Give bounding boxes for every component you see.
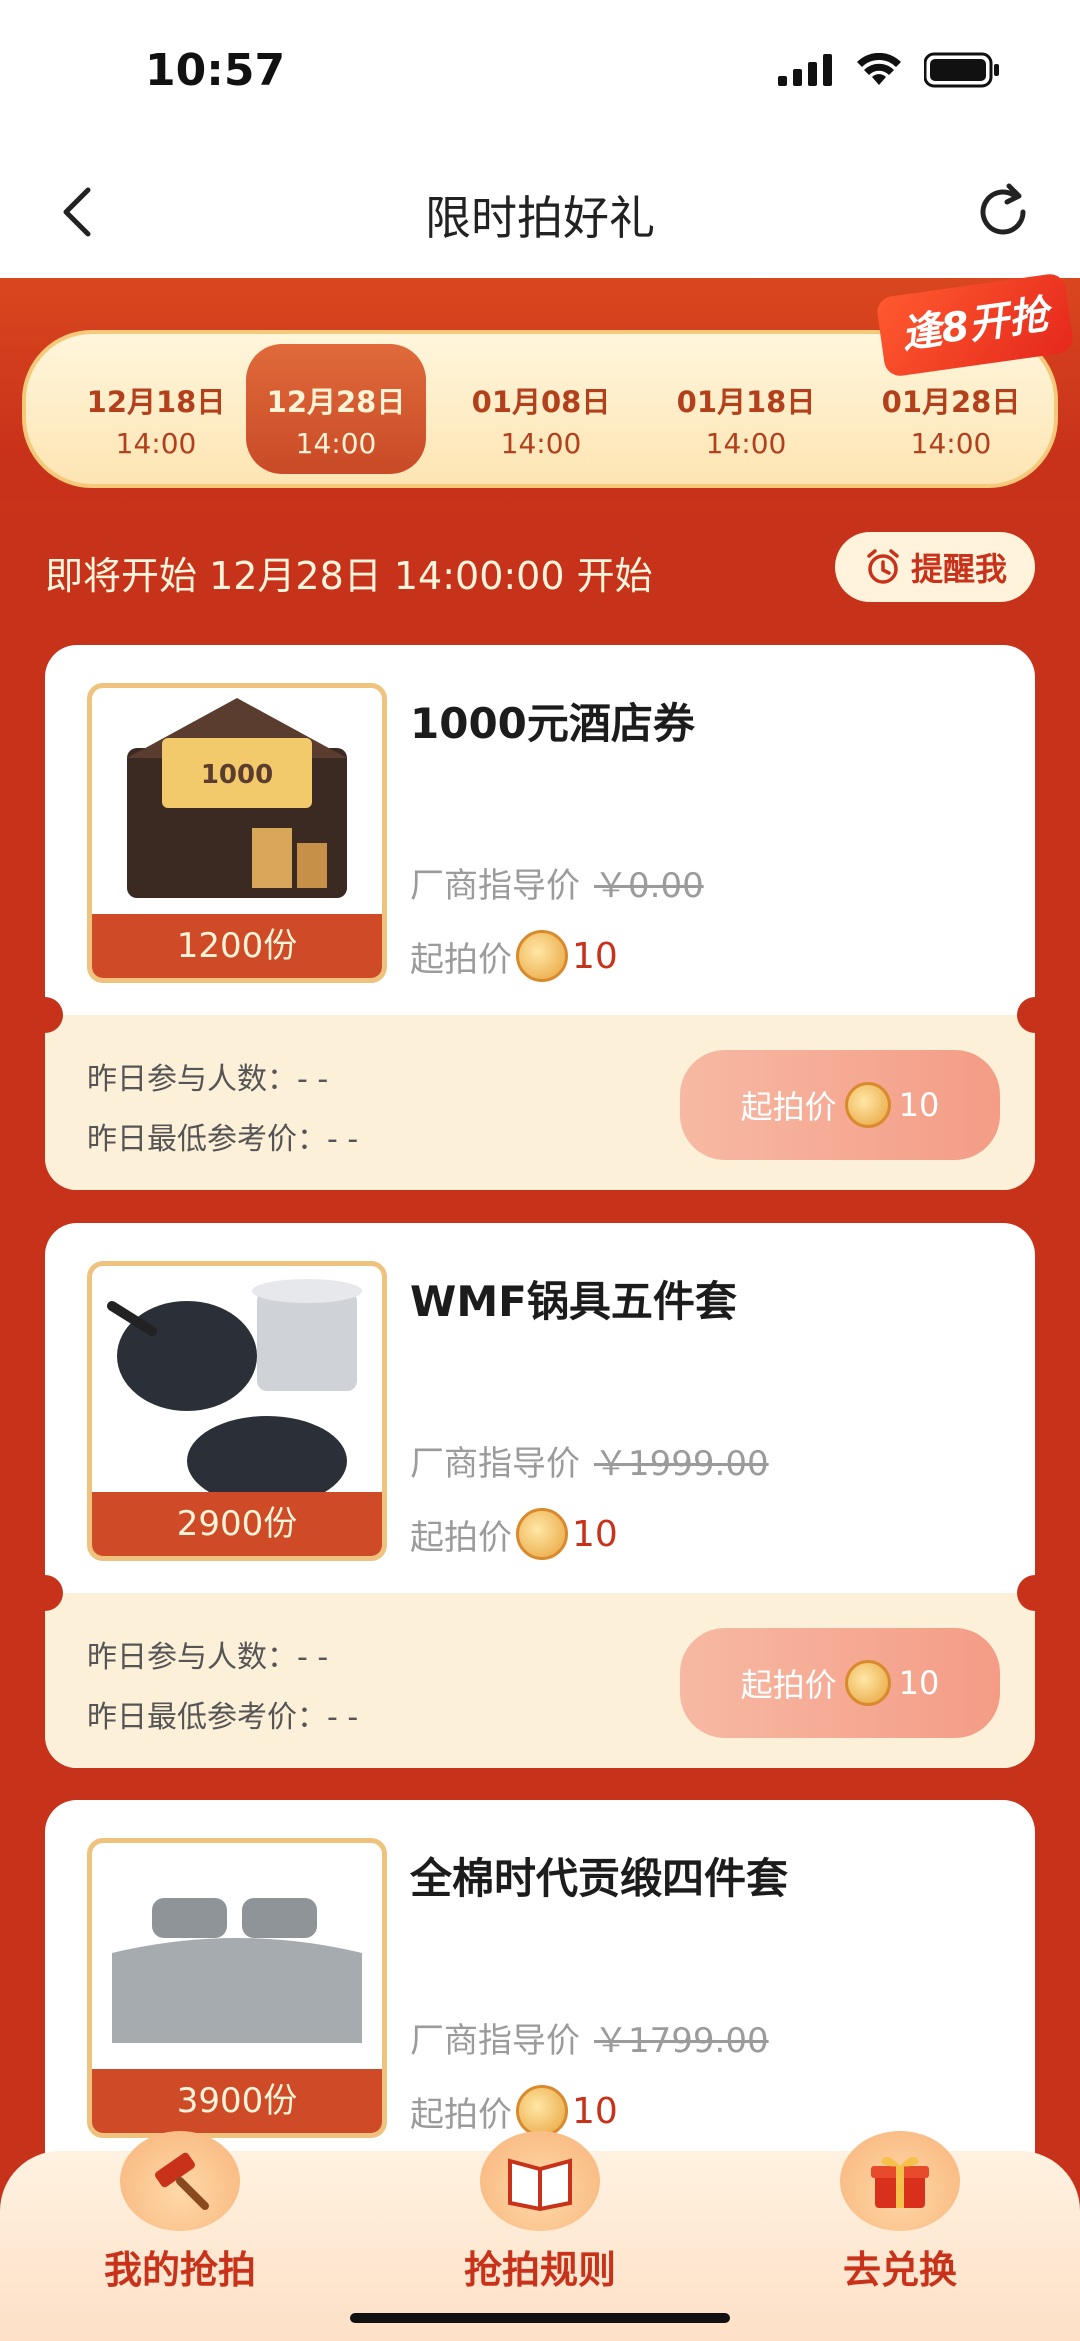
- date-tab-3[interactable]: 01月08日 14:00: [451, 334, 631, 484]
- product-image-bedding[interactable]: 3900份: [87, 1838, 387, 2138]
- coin-icon: [844, 1082, 891, 1128]
- gift-icon: [840, 2131, 960, 2231]
- product-card[interactable]: 2900份 WMF锅具五件套 厂商指导价 ￥1999.00 起拍价 10 昨日参与…: [45, 1223, 1035, 1768]
- upcoming-text: 即将开始 12月28日 14:00:00 开始: [45, 554, 653, 598]
- date-tab-1[interactable]: 12月18日 14:00: [66, 334, 246, 484]
- book-icon: [480, 2131, 600, 2231]
- coin-icon: [516, 930, 568, 982]
- coin-icon: [844, 1660, 891, 1706]
- bid-button[interactable]: 起拍价 10: [680, 1050, 1000, 1160]
- product-name: 1000元酒店券: [410, 699, 695, 748]
- guide-price-row: 厂商指导价 ￥0.00: [410, 866, 704, 906]
- remind-label: 提醒我: [910, 550, 1007, 588]
- product-card[interactable]: 1000 1200份 1000元酒店券 厂商指导价 ￥0.00 起拍价 10 昨日…: [45, 645, 1035, 1190]
- remind-button[interactable]: 提醒我: [835, 532, 1035, 602]
- yesterday-stats: 昨日参与人数：- - 昨日最低参考价：- -: [87, 1640, 359, 1735]
- product-quantity: 1200份: [92, 914, 382, 978]
- envelope-icon: 1000: [127, 698, 347, 898]
- tab-redeem[interactable]: 去兑换: [775, 2131, 1025, 2294]
- start-price-row: 起拍价 10: [410, 1508, 618, 1560]
- tab-auction-rules[interactable]: 抢拍规则: [415, 2131, 665, 2294]
- product-quantity: 3900份: [92, 2069, 382, 2133]
- guide-price-row: 厂商指导价 ￥1999.00: [410, 1444, 769, 1484]
- wifi-icon: [857, 53, 901, 85]
- nav-bar: 限时拍好礼: [0, 150, 1080, 278]
- bottom-tab-bar: 我的抢拍 抢拍规则 去兑换: [0, 2131, 1080, 2341]
- guide-price: ￥1999.00: [594, 1444, 769, 1484]
- start-price-value: 10: [572, 2090, 618, 2132]
- tab-my-auctions[interactable]: 我的抢拍: [55, 2131, 305, 2294]
- coin-icon: [516, 2085, 568, 2137]
- guide-price: ￥0.00: [594, 866, 704, 906]
- guide-price: ￥1799.00: [594, 2021, 769, 2061]
- yesterday-stats: 昨日参与人数：- - 昨日最低参考价：- -: [87, 1062, 359, 1157]
- start-price-value: 10: [572, 935, 618, 977]
- home-indicator: [350, 2313, 730, 2323]
- product-name: WMF锅具五件套: [410, 1277, 737, 1326]
- gavel-icon: [120, 2131, 240, 2231]
- date-tab-2-active[interactable]: 12月28日 14:00: [246, 344, 426, 474]
- product-name: 全棉时代贡缎四件套: [410, 1854, 789, 1903]
- status-time: 10:57: [145, 45, 286, 96]
- start-price-row: 起拍价 10: [410, 2085, 618, 2137]
- signal-icon: [778, 54, 832, 86]
- system-icons: [778, 52, 1000, 88]
- guide-price-row: 厂商指导价 ￥1799.00: [410, 2021, 769, 2061]
- battery-icon: [924, 52, 999, 88]
- bedding-icon: [112, 1898, 362, 2043]
- cookware-icon: [107, 1279, 362, 1506]
- refresh-icon[interactable]: [971, 180, 1035, 244]
- alarm-clock-icon: [867, 549, 899, 584]
- start-price-row: 起拍价 10: [410, 930, 618, 982]
- coin-icon: [516, 1508, 568, 1560]
- bid-button[interactable]: 起拍价 10: [680, 1628, 1000, 1738]
- start-price-value: 10: [572, 1513, 618, 1555]
- product-image-cookware[interactable]: 2900份: [87, 1261, 387, 1561]
- svg-text:1000: 1000: [201, 760, 273, 790]
- page-title: 限时拍好礼: [425, 191, 655, 245]
- status-bar: 10:57: [0, 0, 1080, 150]
- product-quantity: 2900份: [92, 1492, 382, 1556]
- product-image-hotel-voucher[interactable]: 1000 1200份: [87, 683, 387, 983]
- date-tab-4[interactable]: 01月18日 14:00: [656, 334, 836, 484]
